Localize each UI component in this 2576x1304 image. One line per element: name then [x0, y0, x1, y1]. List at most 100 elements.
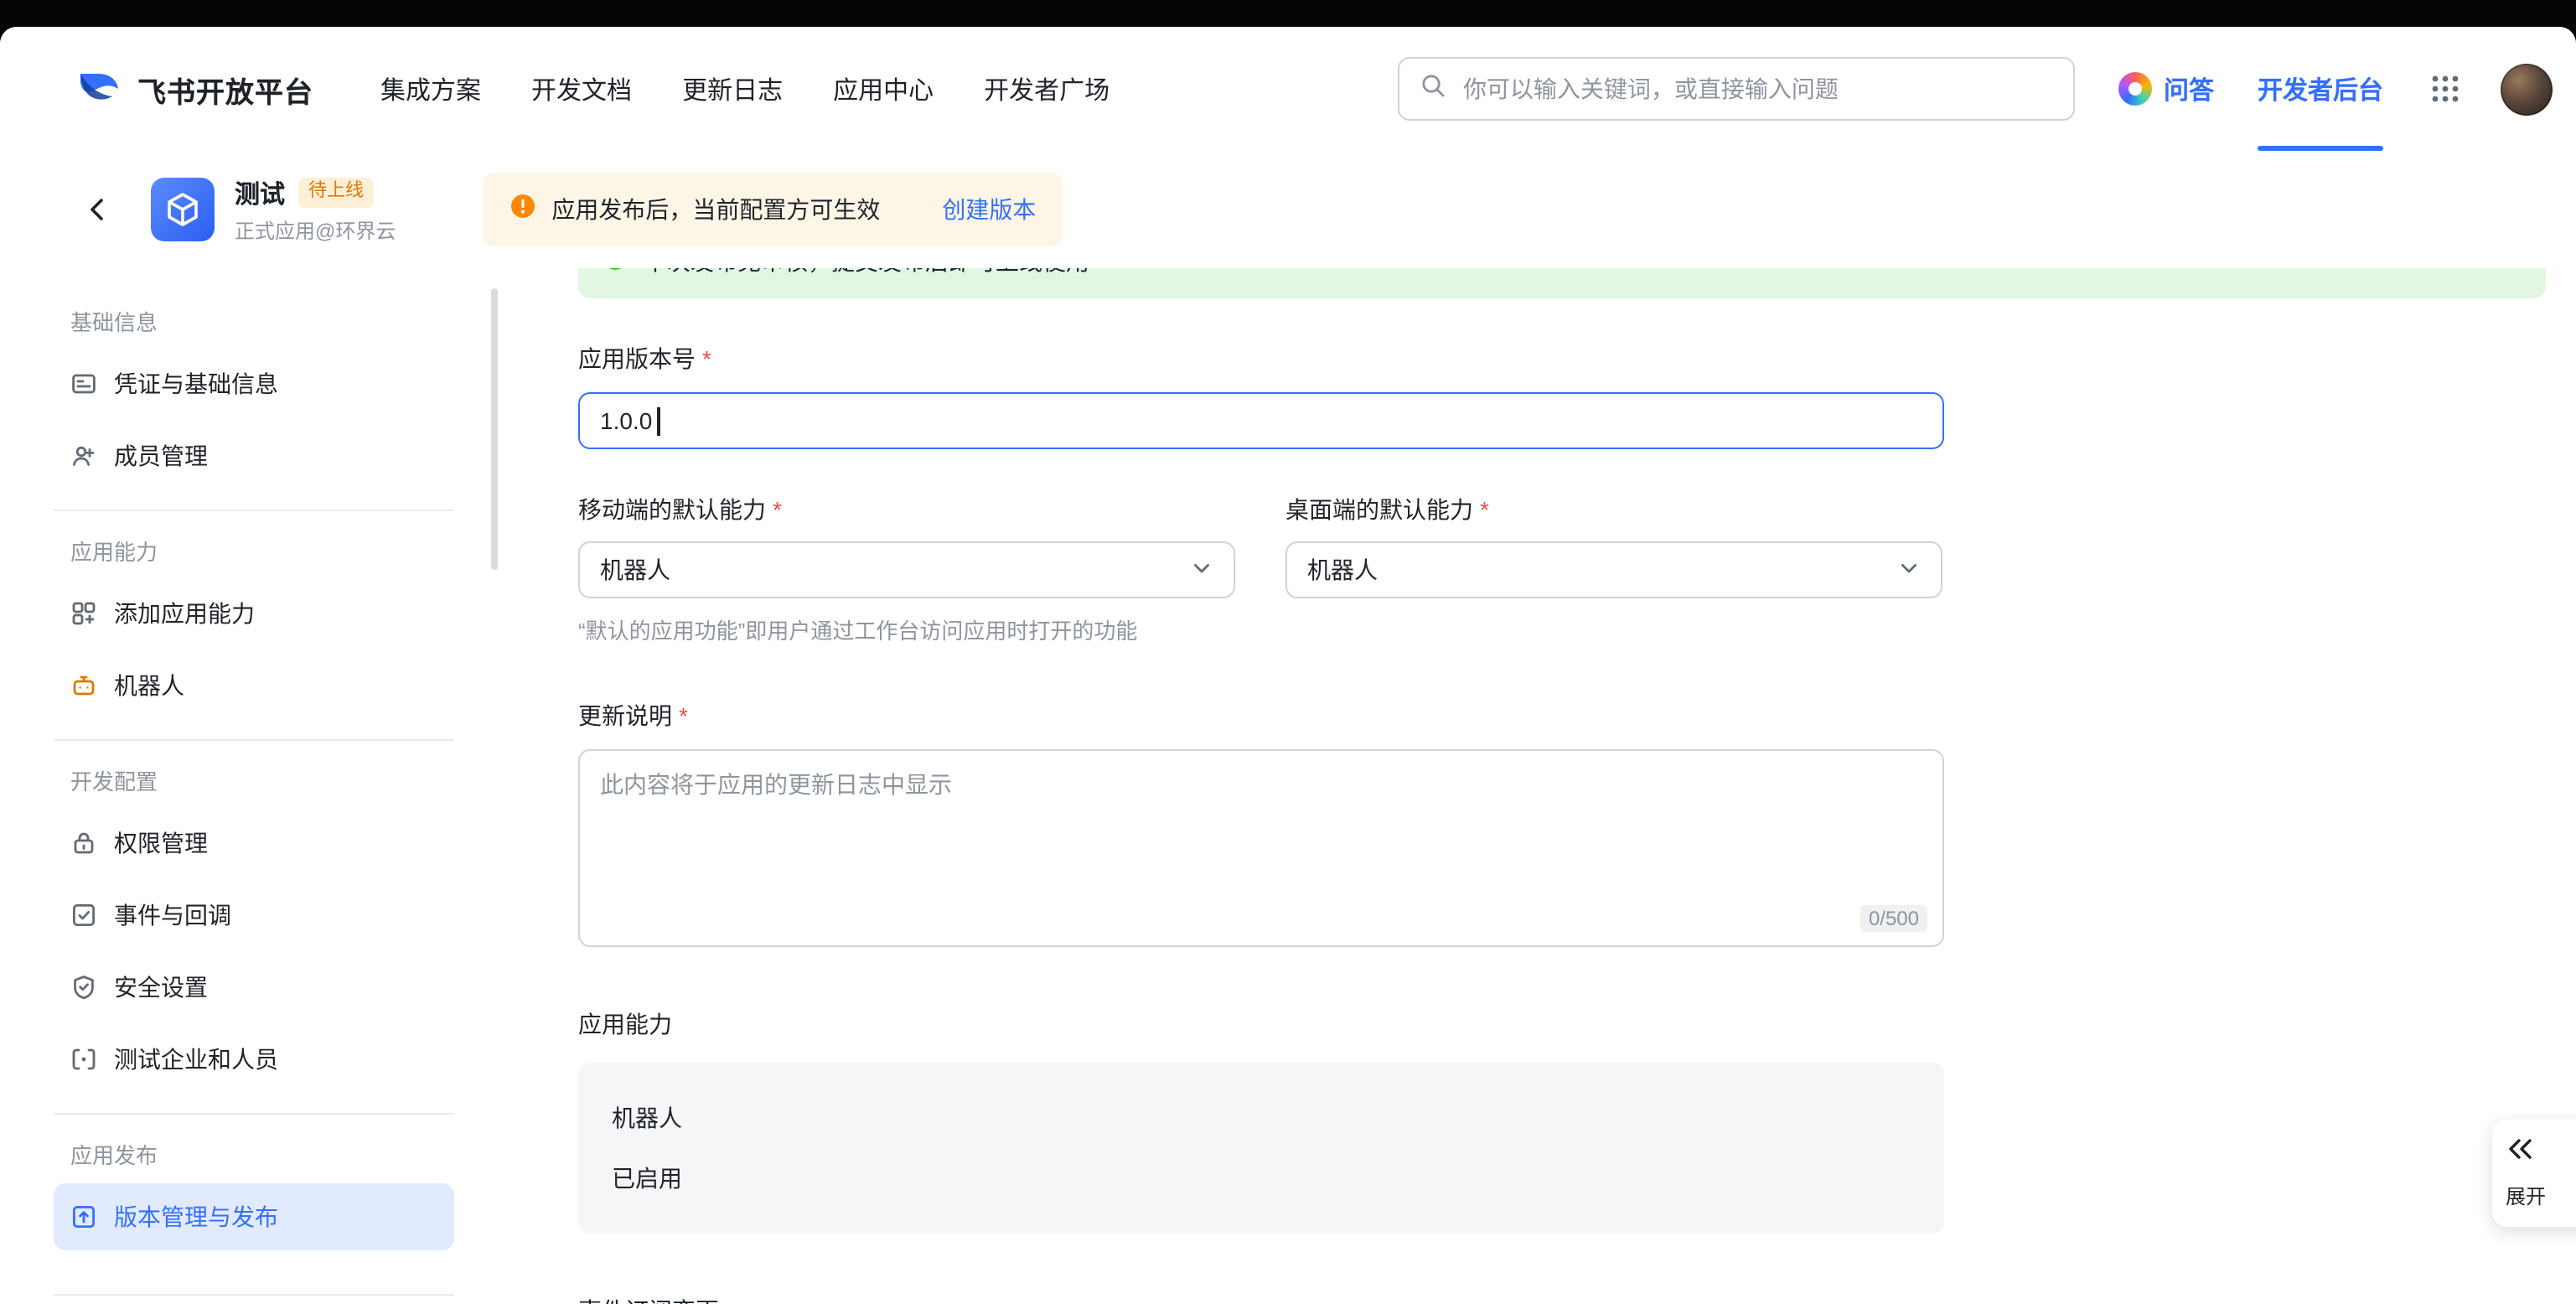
app-icon	[151, 178, 215, 241]
window-top-bar	[0, 0, 2576, 27]
sidebar-item-label: 凭证与基础信息	[114, 367, 278, 401]
sidebar-section-title: 基础信息	[70, 305, 454, 337]
status-badge: 待上线	[298, 179, 374, 207]
search-input[interactable]	[1460, 74, 2053, 104]
user-avatar[interactable]	[2501, 63, 2553, 115]
sidebar-item-label: 安全设置	[114, 970, 208, 1004]
test-org-icon	[70, 1046, 97, 1073]
feishu-logo-icon	[75, 61, 122, 116]
mobile-capability-select[interactable]: 机器人	[578, 541, 1235, 598]
search-icon	[1420, 71, 1446, 106]
changelog-label-text: 更新说明	[578, 699, 672, 732]
sidebar-item-test-org[interactable]: 测试企业和人员	[54, 1026, 454, 1093]
text-caret	[657, 407, 660, 436]
sidebar-item-label: 版本管理与发布	[114, 1200, 278, 1234]
event-callback-icon	[70, 902, 97, 929]
version-input[interactable]	[580, 407, 1942, 434]
sidebar-item-label: 机器人	[114, 669, 184, 702]
sidebar-item-events[interactable]: 事件与回调	[54, 882, 454, 949]
nav-item-docs[interactable]: 开发文档	[531, 71, 632, 106]
capability-name: 机器人	[612, 1101, 1911, 1135]
nav-item-integrations[interactable]: 集成方案	[380, 71, 481, 106]
capability-hint: “默认的应用功能”即用户通过工作台访问应用时打开的功能	[578, 613, 1944, 645]
sidebar-section-title: 应用发布	[70, 1138, 454, 1170]
mobile-capability-label: 移动端的默认能力 *	[578, 493, 1235, 526]
brand-name: 飞书开放平台	[137, 68, 313, 110]
desktop-capability-value: 机器人	[1307, 553, 1378, 587]
qa-colorful-icon	[2118, 72, 2152, 106]
primary-nav: 集成方案 开发文档 更新日志 应用中心 开发者广场	[380, 71, 1110, 106]
sidebar-item-permissions[interactable]: 权限管理	[54, 810, 454, 877]
capability-section-title: 应用能力	[578, 1007, 1944, 1041]
desktop-capability-select[interactable]: 机器人	[1285, 541, 1942, 598]
sidebar-section-monitoring: 运营监控	[54, 1294, 454, 1304]
developer-console-label: 开发者后台	[2258, 71, 2383, 106]
brand[interactable]: 飞书开放平台	[75, 61, 313, 116]
main-content: 本次发布免审核，提交发布后即可上线使用 应用版本号 *	[503, 268, 2576, 1304]
sidebar-item-members[interactable]: 成员管理	[54, 422, 454, 489]
success-banner-text: 本次发布免审核，提交发布后即可上线使用	[644, 268, 1089, 278]
sidebar-item-label: 添加应用能力	[114, 597, 255, 630]
success-check-icon	[602, 268, 628, 279]
desktop-capability-label-text: 桌面端的默认能力	[1285, 493, 1473, 526]
sidebar-section-dev-config: 开发配置 权限管理	[54, 739, 454, 1093]
publish-notice-banner: 应用发布后，当前配置方可生效 创建版本	[483, 173, 1063, 246]
sidebar: 基础信息 凭证与基础信息	[0, 268, 503, 1304]
changelog-textarea-wrap: 0/500	[578, 749, 1944, 947]
sidebar-section-capabilities: 应用能力 添加应用能力	[54, 510, 454, 719]
sidebar-item-version-release[interactable]: 版本管理与发布	[54, 1183, 454, 1250]
sidebar-section-release: 应用发布 版本管理与发布	[54, 1113, 454, 1250]
double-chevron-left-icon	[2506, 1136, 2534, 1170]
notice-text: 应用发布后，当前配置方可生效	[551, 193, 880, 226]
global-search[interactable]	[1398, 57, 2075, 121]
capability-status: 已启用	[612, 1162, 1911, 1195]
sidebar-section-title: 开发配置	[70, 764, 454, 796]
version-input-wrap	[578, 392, 1944, 449]
app-window: 飞书开放平台 集成方案 开发文档 更新日志 应用中心 开发者广场	[0, 27, 2576, 1304]
shield-icon	[70, 974, 97, 1001]
qa-label: 问答	[2164, 71, 2214, 106]
permission-icon	[70, 830, 97, 856]
add-capability-icon	[70, 600, 97, 627]
bot-icon	[70, 672, 97, 699]
sidebar-item-credentials[interactable]: 凭证与基础信息	[54, 350, 454, 417]
sidebar-item-security[interactable]: 安全设置	[54, 954, 454, 1021]
chevron-down-icon	[1897, 556, 1921, 584]
tab-developer-console[interactable]: 开发者后台	[2258, 27, 2383, 151]
expand-label: 展开	[2506, 1182, 2546, 1210]
qa-entry[interactable]: 问答	[2118, 71, 2214, 106]
mobile-capability-value: 机器人	[600, 553, 670, 587]
required-asterisk: *	[702, 345, 711, 372]
sidebar-scrollbar[interactable]	[491, 288, 498, 570]
sidebar-section-title: 应用能力	[70, 535, 454, 567]
required-asterisk: *	[1480, 496, 1489, 523]
credential-icon	[70, 370, 97, 397]
create-version-link[interactable]: 创建版本	[942, 193, 1036, 226]
capability-panel: 机器人 已启用	[578, 1063, 1944, 1234]
desktop-capability-label: 桌面端的默认能力 *	[1285, 493, 1942, 526]
apps-grid-icon[interactable]	[2423, 67, 2467, 111]
sidebar-item-label: 事件与回调	[114, 898, 231, 932]
expand-panel-button[interactable]: 展开	[2492, 1120, 2576, 1227]
nav-item-app-center[interactable]: 应用中心	[833, 71, 934, 106]
sidebar-item-bot[interactable]: 机器人	[54, 652, 454, 719]
changelog-textarea[interactable]	[580, 751, 1942, 892]
version-label: 应用版本号 *	[578, 342, 1944, 375]
screen: 飞书开放平台 集成方案 开发文档 更新日志 应用中心 开发者广场	[0, 0, 2576, 1304]
back-button[interactable]	[80, 193, 114, 226]
changelog-label: 更新说明 *	[578, 699, 1944, 732]
release-icon	[70, 1203, 97, 1230]
top-header: 飞书开放平台 集成方案 开发文档 更新日志 应用中心 开发者广场	[0, 27, 2576, 151]
nav-item-dev-community[interactable]: 开发者广场	[984, 71, 1110, 106]
sidebar-section-basic-info: 基础信息 凭证与基础信息	[54, 305, 454, 489]
sidebar-item-label: 测试企业和人员	[114, 1043, 278, 1076]
required-asterisk: *	[679, 702, 688, 729]
app-subheader: 测试 待上线 正式应用@环界云 应用发布后，当前配置方可生效 创建版本	[0, 151, 2576, 268]
sidebar-item-add-capability[interactable]: 添加应用能力	[54, 580, 454, 647]
mobile-capability-label-text: 移动端的默认能力	[578, 493, 766, 526]
nav-item-changelog[interactable]: 更新日志	[682, 71, 783, 106]
version-label-text: 应用版本号	[578, 342, 696, 375]
sidebar-item-label: 权限管理	[114, 826, 208, 860]
app-name: 测试	[235, 175, 285, 210]
success-banner: 本次发布免审核，提交发布后即可上线使用	[578, 268, 2546, 298]
